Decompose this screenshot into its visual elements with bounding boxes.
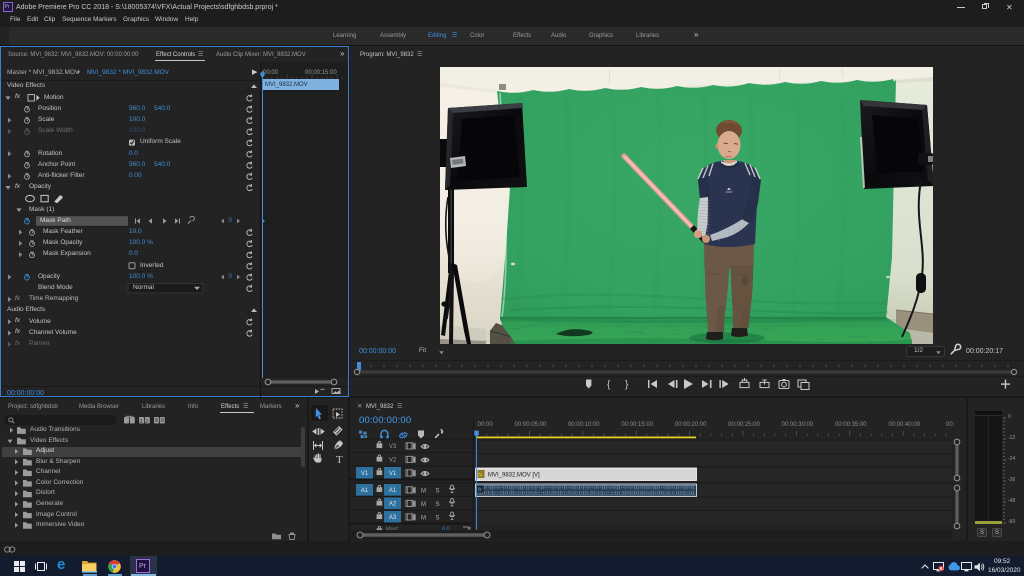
svg-text:A1: A1 <box>389 488 397 494</box>
svg-text:M: M <box>421 489 426 495</box>
svg-text:A1: A1 <box>361 488 369 494</box>
svg-text::00:00: :00:00 <box>476 422 493 428</box>
svg-text:V1: V1 <box>389 471 397 477</box>
svg-text:MVI_9832.MOV [V]: MVI_9832.MOV [V] <box>488 473 540 479</box>
svg-text:00:: 00: <box>946 422 955 428</box>
svg-text:{: { <box>607 380 611 391</box>
svg-text:}: } <box>625 380 629 391</box>
svg-text:M: M <box>421 516 426 522</box>
svg-text:T: T <box>336 454 343 466</box>
svg-text:V2: V2 <box>389 458 397 464</box>
svg-text:00:00:35:00: 00:00:35:00 <box>835 422 867 428</box>
svg-text:00:00:40:00: 00:00:40:00 <box>888 422 920 428</box>
svg-text:S: S <box>436 502 440 508</box>
svg-text:V3: V3 <box>389 444 397 450</box>
svg-text:V1: V1 <box>361 471 369 477</box>
svg-text:S: S <box>436 489 440 495</box>
svg-text:00:00:20:00: 00:00:20:00 <box>675 422 707 428</box>
svg-text:00:00:25:00: 00:00:25:00 <box>728 422 760 428</box>
svg-text:00:00:15:00: 00:00:15:00 <box>621 422 653 428</box>
svg-text:00:00:10:00: 00:00:10:00 <box>568 422 600 428</box>
svg-text:A3: A3 <box>389 515 397 521</box>
svg-text:M: M <box>421 502 426 508</box>
svg-text:fx: fx <box>478 473 483 479</box>
svg-text:A2: A2 <box>389 502 397 508</box>
svg-text:00:00:30:00: 00:00:30:00 <box>782 422 814 428</box>
svg-text:fx: fx <box>478 487 482 493</box>
svg-text:00:00:05:00: 00:00:05:00 <box>515 422 547 428</box>
svg-text:S: S <box>436 516 440 522</box>
